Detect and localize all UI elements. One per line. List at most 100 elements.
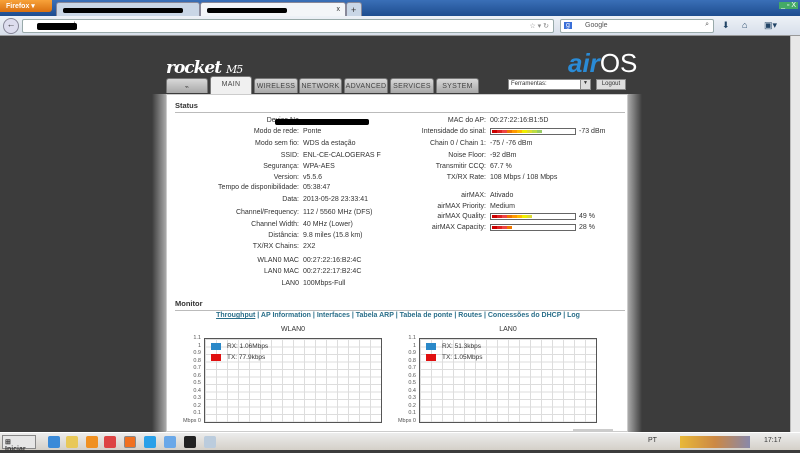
y-tick-label: 0.2 — [193, 402, 201, 409]
redacted-title — [207, 8, 287, 13]
skype-icon[interactable] — [144, 436, 156, 448]
status-label: Tempo de disponibilidade: — [218, 184, 299, 191]
explorer-icon[interactable] — [66, 436, 78, 448]
y-tick-label: 0.8 — [193, 357, 201, 364]
status-label: TX/RX Chains: — [252, 243, 299, 250]
chart-title: WLAN0 — [280, 326, 306, 333]
monitor-title: Monitor — [175, 299, 625, 311]
monitor-link-tabela-de-ponte[interactable]: Tabela de ponte — [400, 312, 453, 319]
monitor-link-interfaces[interactable]: Interfaces — [317, 312, 350, 319]
status-title: Status — [175, 101, 625, 113]
tab-services[interactable]: SERVICES — [390, 78, 434, 93]
status-label: WLAN0 MAC — [257, 257, 299, 264]
status-label: LAN0 MAC — [263, 268, 299, 275]
status-value: Medium — [490, 203, 515, 210]
tx-swatch — [211, 354, 221, 361]
bar-segment — [502, 226, 507, 229]
monitor-link-routes[interactable]: Routes — [458, 312, 482, 319]
tray-icons[interactable] — [680, 436, 750, 448]
chart-title: LAN0 — [499, 326, 517, 333]
status-label: airMAX Capacity: — [431, 224, 486, 231]
chrome-icon[interactable] — [104, 436, 116, 448]
tool-icon[interactable] — [204, 436, 216, 448]
status-label: airMAX: — [461, 192, 486, 199]
tab-ubnt-logo[interactable]: ⌁ — [166, 78, 208, 93]
tab-main[interactable]: MAIN — [210, 76, 252, 94]
y-tick-label: 0.7 — [193, 365, 201, 371]
taskbar: ⊞ Iniciar PT 17:17 — [0, 432, 800, 453]
status-value: -73 dBm — [579, 128, 606, 135]
bar-segment — [522, 130, 527, 133]
monitor-link-ap-information[interactable]: AP Information — [261, 312, 311, 319]
search-input[interactable]: g Google ⌕ — [560, 19, 714, 33]
level-bar — [490, 213, 576, 220]
status-value: v5.5.6 — [303, 174, 323, 181]
back-button[interactable]: ← — [3, 18, 19, 34]
y-tick-label: 1.1 — [193, 335, 201, 341]
browser-tab-bar: Firefox ▾ x + _ ▫ X — [0, 0, 800, 16]
ie-icon[interactable] — [48, 436, 60, 448]
y-tick-label: 0.1 — [193, 410, 201, 416]
legend-rx: RX: 51.3kbps — [426, 343, 596, 350]
firefox-icon[interactable] — [124, 436, 136, 448]
url-input[interactable]: g/☆ ▾ ↻ — [22, 19, 554, 33]
tab-advanced[interactable]: ADVANCED — [344, 78, 388, 93]
status-value: 67.7 % — [490, 163, 512, 170]
y-tick-label: 0.6 — [193, 372, 201, 379]
tab-network[interactable]: NETWORK — [299, 78, 342, 93]
tx-swatch — [426, 354, 436, 361]
tab-system[interactable]: SYSTEM — [436, 78, 479, 93]
y-tick-label: 0.9 — [193, 350, 201, 356]
tab-close-icon[interactable]: x — [337, 6, 341, 13]
terminal-icon[interactable] — [184, 436, 196, 448]
rocket-logo: rocket M5 — [166, 58, 243, 78]
bookmark-star-icon[interactable]: ☆ ▾ ↻ — [529, 22, 549, 30]
addon-icon[interactable]: ▣▾ — [764, 20, 777, 31]
status-value: WPA-AES — [303, 163, 335, 170]
monitor-link-throughput[interactable]: Throughput — [216, 312, 255, 319]
download-icon[interactable]: ⬇ — [722, 20, 730, 31]
firefox-menu-button[interactable]: Firefox ▾ — [0, 0, 52, 12]
y-tick-label: Mbps 0 — [182, 417, 201, 424]
y-tick-label: 0.3 — [193, 395, 201, 401]
y-tick-label: 1 — [197, 342, 201, 349]
legend-tx: TX: 77.9kbps — [211, 354, 381, 361]
google-icon: g — [564, 22, 572, 29]
status-value: 00:27:22:16:B1:5D — [490, 117, 549, 124]
browser-tab-active[interactable]: x — [200, 2, 346, 16]
monitor-link-log[interactable]: Log — [567, 312, 580, 319]
y-tick-label: 0.2 — [408, 402, 416, 409]
window-controls[interactable]: _ ▫ X — [779, 2, 798, 9]
logout-button[interactable]: Logout — [596, 79, 626, 90]
monitor-links: Throughput | AP Information | Interfaces… — [216, 312, 580, 319]
level-bar — [490, 128, 576, 135]
status-label: airMAX Priority: — [437, 203, 486, 210]
bar-segment — [532, 130, 537, 133]
app-icon[interactable] — [164, 436, 176, 448]
browser-tab-1[interactable] — [56, 2, 200, 16]
bar-segment — [502, 215, 507, 218]
y-tick-label: 0.6 — [408, 372, 416, 379]
scrollbar[interactable] — [790, 36, 800, 432]
airos-logo: airOS — [568, 48, 638, 78]
search-icon[interactable]: ⌕ — [705, 21, 709, 29]
tab-wireless[interactable]: WIRELESS — [254, 78, 298, 93]
monitor-link-concessões-do-dhcp[interactable]: Concessões do DHCP — [488, 312, 561, 319]
navigation-bar: ← g/☆ ▾ ↻ gGoogle⌕ ⬇ ⌂ ▣▾ — [0, 16, 800, 36]
start-button[interactable]: ⊞ Iniciar — [2, 435, 36, 453]
status-label: Transmitir CCQ: — [435, 163, 486, 170]
status-value: 9.8 miles (15.8 km) — [303, 232, 363, 239]
language-indicator[interactable]: PT — [648, 437, 657, 444]
bar-segment — [497, 215, 502, 218]
media-icon[interactable] — [86, 436, 98, 448]
panel-shadow-right — [628, 94, 642, 432]
monitor-link-tabela-arp[interactable]: Tabela ARP — [356, 312, 394, 319]
bar-segment — [522, 215, 527, 218]
new-tab-button[interactable]: + — [346, 2, 362, 16]
tools-select[interactable]: Ferramentas: ▼ — [508, 79, 591, 90]
y-tick-label: 0.7 — [408, 365, 416, 371]
legend-tx: TX: 1.05Mbps — [426, 354, 596, 361]
bar-segment — [507, 226, 512, 229]
status-value: 00:27:22:17:B2:4C — [303, 268, 362, 275]
home-icon[interactable]: ⌂ — [742, 20, 747, 30]
